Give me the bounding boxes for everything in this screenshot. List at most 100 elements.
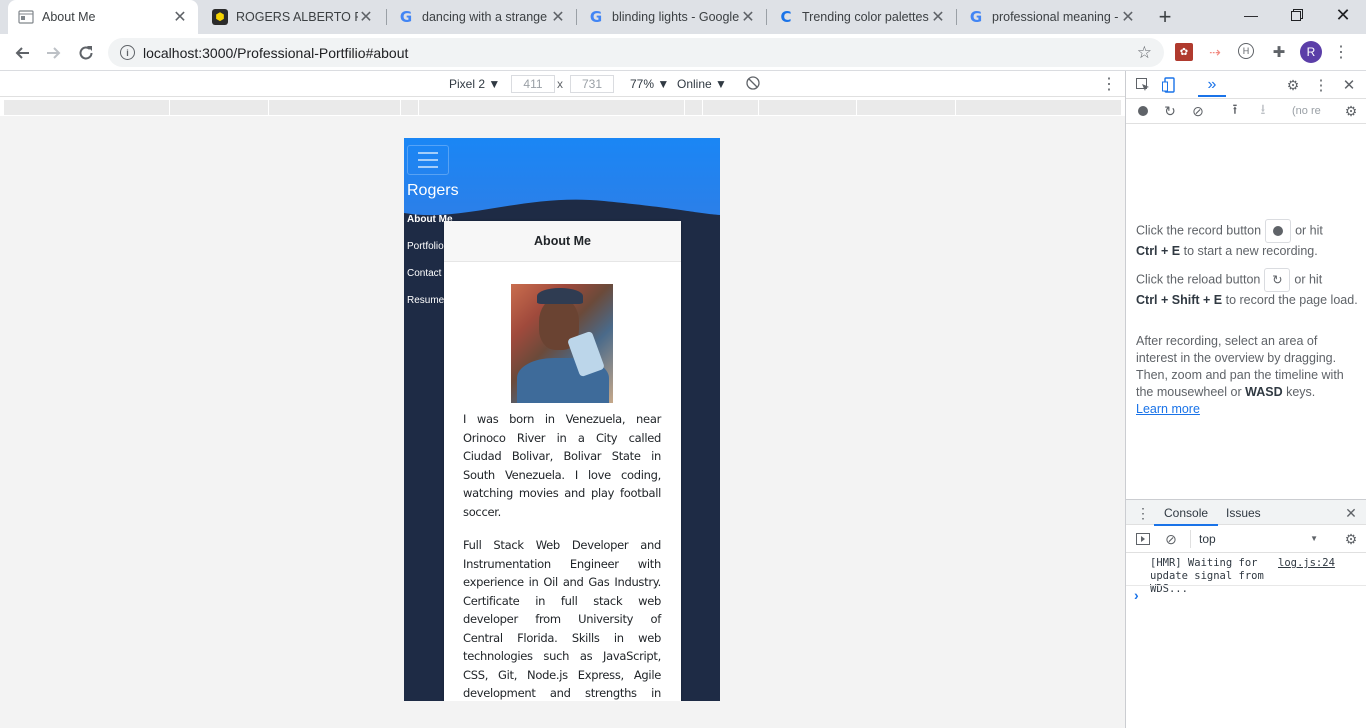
close-icon[interactable]: ✕ [740, 7, 756, 27]
address-bar[interactable]: i localhost:3000/Professional-Portfilio#… [108, 38, 1164, 67]
sidebar-toggle-icon[interactable] [1134, 530, 1152, 548]
record-button-icon[interactable] [1265, 219, 1292, 243]
close-icon[interactable]: ✕ [930, 7, 946, 27]
device-select[interactable]: Pixel 2 ▼ [449, 77, 500, 91]
about-card: About Me I was born in Venezuela, near O… [444, 221, 681, 701]
google-icon: G [589, 8, 603, 26]
avatar[interactable]: R [1300, 41, 1322, 63]
nav-portfolio[interactable]: Portfolio [407, 241, 444, 252]
message-source-link[interactable]: log.js:24 [1278, 557, 1335, 570]
more-options-icon[interactable]: ⋮ [1101, 74, 1117, 94]
menu-icon[interactable]: ⋮ [1332, 43, 1350, 61]
device-toggle-icon[interactable] [1160, 76, 1178, 94]
clear-icon[interactable]: ⊘ [1189, 102, 1207, 120]
menu-toggle-button[interactable] [407, 145, 449, 175]
width-input[interactable]: 411 [511, 75, 555, 93]
info-icon[interactable]: i [120, 45, 135, 60]
learn-more-link[interactable]: Learn more [1136, 402, 1200, 416]
rotate-icon[interactable] [745, 75, 761, 94]
recording-select[interactable]: (no re [1292, 105, 1321, 117]
tab-palettes[interactable]: C Trending color palettes ✕ [768, 0, 956, 34]
close-drawer-icon[interactable]: ✕ [1342, 504, 1360, 522]
close-devtools-icon[interactable]: ✕ [1340, 76, 1358, 94]
browser-toolbar: i localhost:3000/Professional-Portfilio#… [0, 34, 1366, 71]
dimension-separator: x [557, 77, 563, 91]
reload-icon[interactable] [72, 39, 100, 67]
download-icon[interactable]: ⭳ [1254, 101, 1272, 120]
tab-title: dancing with a strange [422, 10, 548, 24]
devtools-menu-icon[interactable]: ⋮ [1312, 76, 1330, 94]
close-icon[interactable]: ✕ [1120, 7, 1136, 27]
tab-rogers[interactable]: ⬢ ROGERS ALBERTO RAM ✕ [202, 0, 384, 34]
coolors-icon: C [780, 8, 792, 26]
tab-about-me[interactable]: About Me ✕ [8, 0, 198, 34]
record-icon[interactable] [1134, 102, 1152, 120]
nav-contact[interactable]: Contact [407, 268, 441, 279]
message-text: [HMR] Waiting for update signal from WDS… [1150, 557, 1264, 595]
upload-icon[interactable]: ⭱ [1226, 101, 1244, 120]
console-settings-icon[interactable]: ⚙ [1342, 530, 1360, 548]
capture-settings-icon[interactable]: ⚙ [1342, 102, 1360, 120]
more-tabs-icon[interactable]: » [1198, 75, 1226, 97]
console-prompt[interactable]: › [1134, 587, 1139, 603]
settings-icon[interactable]: ⚙ [1284, 76, 1302, 94]
after-recording-text: After recording, select an area of inter… [1136, 334, 1344, 416]
performance-toolbar: ↻ ⊘ ⭱ ⭳ (no re ⚙ [1126, 99, 1366, 124]
network-select[interactable]: Online ▼ [677, 77, 727, 91]
tab-professional[interactable]: G professional meaning - ✕ [958, 0, 1146, 34]
devtools-panel: » ⚙ ⋮ ✕ ↻ ⊘ ⭱ ⭳ (no re ⚙ Click the recor… [1125, 71, 1366, 728]
bio-paragraph: I was born in Venezuela, near Orinoco Ri… [463, 412, 661, 519]
page-icon [18, 9, 34, 25]
tab-issues[interactable]: Issues [1226, 506, 1261, 520]
back-icon[interactable] [8, 39, 36, 67]
close-window-icon[interactable]: ✕ [1320, 0, 1366, 30]
extension-icon[interactable]: ⇢ [1206, 43, 1224, 61]
device-toolbar: Pixel 2 ▼ 411 x 731 77% ▼ Online ▼ ⋮ [0, 71, 1125, 97]
tab-title: Trending color palettes [802, 10, 929, 24]
career-paragraph: Full Stack Web Developer and Instrumenta… [463, 538, 661, 700]
devtools-tabbar: » ⚙ ⋮ ✕ [1126, 71, 1366, 99]
tab-title: blinding lights - Google [612, 10, 740, 24]
google-icon: G [969, 8, 983, 26]
profile-photo [511, 284, 613, 403]
puzzle-icon[interactable]: ✚ [1270, 43, 1288, 61]
tab-console[interactable]: Console [1154, 506, 1219, 526]
close-icon[interactable]: ✕ [550, 7, 566, 27]
new-tab-icon[interactable]: + [1152, 4, 1178, 30]
forward-icon[interactable] [40, 39, 68, 67]
zoom-select[interactable]: 77% ▼ [630, 77, 669, 91]
media-query-bar[interactable] [4, 100, 1121, 115]
context-select[interactable]: top ▼ [1190, 530, 1324, 548]
dropdown-icon: ▼ [1310, 534, 1318, 543]
nav-resume[interactable]: Resume [407, 295, 444, 306]
url-text: localhost:3000/Professional-Portfilio#ab… [143, 44, 409, 61]
close-icon[interactable]: ✕ [358, 7, 374, 27]
close-icon[interactable]: ✕ [172, 7, 188, 27]
device-screen: Rogers About Me Portfolio Contact Resume… [404, 138, 720, 701]
site-brand[interactable]: Rogers [407, 182, 459, 200]
card-title: About Me [444, 221, 681, 262]
tab-title: ROGERS ALBERTO RAM [236, 10, 358, 24]
google-icon: G [399, 8, 413, 26]
bookmark-star-icon[interactable]: ☆ [1137, 43, 1152, 63]
extension-icon[interactable]: H [1238, 43, 1254, 59]
hex-logo-icon: ⬢ [212, 9, 228, 25]
height-input[interactable]: 731 [570, 75, 614, 93]
console-toolbar: ⊘ top ▼ ⚙ [1126, 525, 1366, 553]
tab-title: professional meaning - [992, 10, 1119, 24]
inspect-icon[interactable] [1134, 76, 1152, 94]
reload-record-icon[interactable]: ↻ [1161, 102, 1179, 120]
reload-instructions: Click the reload button ↻ or hit Ctrl + Sh… [1136, 268, 1358, 309]
clear-console-icon[interactable]: ⊘ [1162, 530, 1180, 548]
restore-icon[interactable] [1274, 0, 1320, 30]
reload-button-icon[interactable]: ↻ [1264, 268, 1291, 292]
tab-dancing[interactable]: G dancing with a strange ✕ [388, 0, 576, 34]
tab-title: About Me [42, 10, 96, 24]
drawer-tabbar: ⋮ Console Issues ✕ [1126, 499, 1366, 526]
drawer-menu-icon[interactable]: ⋮ [1134, 504, 1152, 522]
minimize-icon[interactable]: — [1228, 0, 1274, 30]
tab-blinding[interactable]: G blinding lights - Google ✕ [578, 0, 766, 34]
tab-strip: About Me ✕ ⬢ ROGERS ALBERTO RAM ✕ G danc… [0, 0, 1366, 34]
console-message: log.js:24 [HMR] Waiting for update signa… [1150, 557, 1362, 596]
extension-icon[interactable]: ✿ [1175, 43, 1193, 61]
